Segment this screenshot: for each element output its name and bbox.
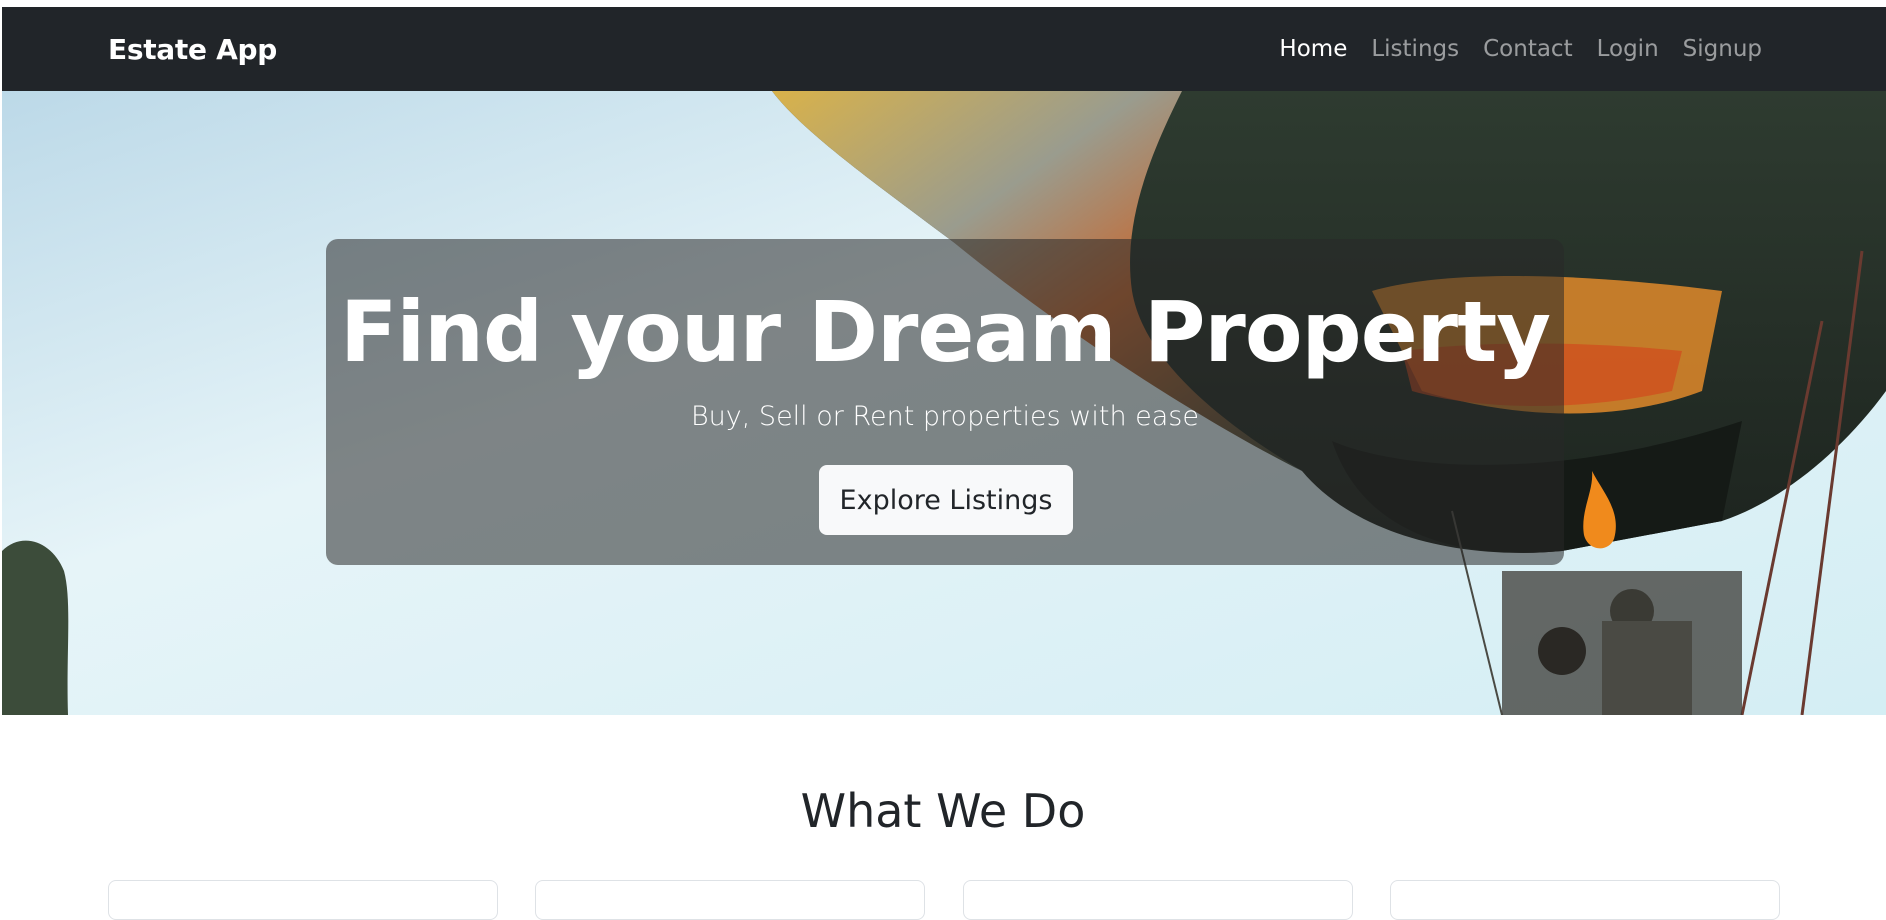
nav-link-signup[interactable]: Signup [1671, 36, 1774, 62]
navbar: Estate App Home Listings Contact Login S… [2, 7, 1886, 91]
service-card [1390, 880, 1780, 920]
hero-overlay-box: Find your Dream Property Buy, Sell or Re… [326, 239, 1564, 565]
nav-link-listings[interactable]: Listings [1359, 36, 1471, 62]
nav-links: Home Listings Contact Login Signup [1267, 36, 1774, 62]
section-title: What We Do [800, 784, 1086, 838]
hero-title: Find your Dream Property [340, 283, 1551, 381]
brand-logo[interactable]: Estate App [108, 33, 277, 66]
hero-subtitle: Buy, Sell or Rent properties with ease [691, 401, 1199, 432]
service-card [963, 880, 1353, 920]
window-top-strip [0, 0, 1886, 7]
service-card [108, 880, 498, 920]
service-card [535, 880, 925, 920]
explore-listings-button[interactable]: Explore Listings [819, 465, 1073, 535]
nav-link-home[interactable]: Home [1267, 36, 1359, 62]
nav-link-contact[interactable]: Contact [1471, 36, 1584, 62]
hero-section: Find your Dream Property Buy, Sell or Re… [2, 91, 1886, 715]
nav-link-login[interactable]: Login [1585, 36, 1671, 62]
